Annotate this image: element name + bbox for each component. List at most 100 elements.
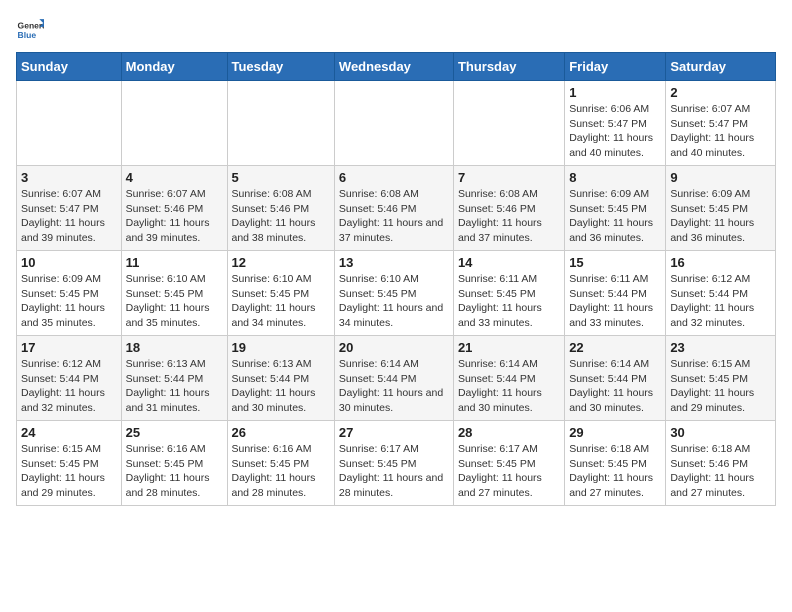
day-number: 24 (21, 425, 117, 440)
weekday-header-cell: Thursday (453, 53, 564, 81)
day-number: 26 (232, 425, 330, 440)
calendar-cell: 25 Sunrise: 6:16 AM Sunset: 5:45 PM Dayli… (121, 421, 227, 506)
day-info: Sunrise: 6:17 AM Sunset: 5:45 PM Dayligh… (339, 442, 449, 501)
weekday-header-cell: Monday (121, 53, 227, 81)
day-info: Sunrise: 6:14 AM Sunset: 5:44 PM Dayligh… (569, 357, 661, 416)
day-number: 6 (339, 170, 449, 185)
calendar-cell: 16Sunrise: 6:12 AM Sunset: 5:44 PM Dayli… (666, 251, 776, 336)
svg-text:General: General (18, 20, 44, 30)
calendar-cell: 17 Sunrise: 6:12 AM Sunset: 5:44 PM Dayli… (17, 336, 122, 421)
calendar-cell: 14Sunrise: 6:11 AM Sunset: 5:45 PM Dayli… (453, 251, 564, 336)
day-number: 18 (126, 340, 223, 355)
logo: General Blue (16, 16, 44, 44)
calendar-cell (227, 81, 334, 166)
day-info: Sunrise: 6:16 AM Sunset: 5:45 PM Dayligh… (232, 442, 330, 501)
day-number: 28 (458, 425, 560, 440)
calendar-cell: 9Sunrise: 6:09 AM Sunset: 5:45 PM Daylig… (666, 166, 776, 251)
calendar-cell: 26 Sunrise: 6:16 AM Sunset: 5:45 PM Dayli… (227, 421, 334, 506)
day-number: 14 (458, 255, 560, 270)
calendar-week-row: 10 Sunrise: 6:09 AM Sunset: 5:45 PM Dayli… (17, 251, 776, 336)
calendar-cell: 11 Sunrise: 6:10 AM Sunset: 5:45 PM Dayli… (121, 251, 227, 336)
calendar-body: 1 Sunrise: 6:06 AM Sunset: 5:47 PM Daylig… (17, 81, 776, 506)
day-info: Sunrise: 6:13 AM Sunset: 5:44 PM Dayligh… (232, 357, 330, 416)
calendar-cell: 22 Sunrise: 6:14 AM Sunset: 5:44 PM Dayli… (565, 336, 666, 421)
calendar-cell: 28 Sunrise: 6:17 AM Sunset: 5:45 PM Dayli… (453, 421, 564, 506)
day-info: Sunrise: 6:13 AM Sunset: 5:44 PM Dayligh… (126, 357, 223, 416)
day-info: Sunrise: 6:16 AM Sunset: 5:45 PM Dayligh… (126, 442, 223, 501)
weekday-header-cell: Wednesday (334, 53, 453, 81)
day-number: 2 (670, 85, 771, 100)
calendar-week-row: 1 Sunrise: 6:06 AM Sunset: 5:47 PM Daylig… (17, 81, 776, 166)
day-number: 8 (569, 170, 661, 185)
calendar-cell (17, 81, 122, 166)
day-number: 17 (21, 340, 117, 355)
day-info: Sunrise: 6:12 AM Sunset: 5:44 PM Dayligh… (21, 357, 117, 416)
calendar-cell (121, 81, 227, 166)
day-info: Sunrise: 6:10 AM Sunset: 5:45 PM Dayligh… (232, 272, 330, 331)
day-info: Sunrise: 6:10 AM Sunset: 5:45 PM Dayligh… (339, 272, 449, 331)
day-info: Sunrise: 6:17 AM Sunset: 5:45 PM Dayligh… (458, 442, 560, 501)
day-info: Sunrise: 6:09 AM Sunset: 5:45 PM Dayligh… (21, 272, 117, 331)
calendar-cell: 24 Sunrise: 6:15 AM Sunset: 5:45 PM Dayli… (17, 421, 122, 506)
day-number: 25 (126, 425, 223, 440)
day-info: Sunrise: 6:18 AM Sunset: 5:45 PM Dayligh… (569, 442, 661, 501)
day-info: Sunrise: 6:06 AM Sunset: 5:47 PM Dayligh… (569, 102, 661, 161)
calendar-cell: 13 Sunrise: 6:10 AM Sunset: 5:45 PM Dayli… (334, 251, 453, 336)
page-header: General Blue (16, 16, 776, 44)
calendar-cell: 7 Sunrise: 6:08 AM Sunset: 5:46 PM Daylig… (453, 166, 564, 251)
day-number: 10 (21, 255, 117, 270)
calendar-cell: 2 Sunrise: 6:07 AM Sunset: 5:47 PM Daylig… (666, 81, 776, 166)
day-number: 21 (458, 340, 560, 355)
day-number: 22 (569, 340, 661, 355)
day-number: 4 (126, 170, 223, 185)
calendar-cell: 29Sunrise: 6:18 AM Sunset: 5:45 PM Dayli… (565, 421, 666, 506)
weekday-header-cell: Sunday (17, 53, 122, 81)
day-info: Sunrise: 6:07 AM Sunset: 5:46 PM Dayligh… (126, 187, 223, 246)
day-info: Sunrise: 6:11 AM Sunset: 5:44 PM Dayligh… (569, 272, 661, 331)
logo-icon: General Blue (16, 16, 44, 44)
calendar-cell: 27 Sunrise: 6:17 AM Sunset: 5:45 PM Dayli… (334, 421, 453, 506)
day-number: 30 (670, 425, 771, 440)
day-info: Sunrise: 6:08 AM Sunset: 5:46 PM Dayligh… (458, 187, 560, 246)
day-number: 27 (339, 425, 449, 440)
day-info: Sunrise: 6:10 AM Sunset: 5:45 PM Dayligh… (126, 272, 223, 331)
weekday-header-cell: Tuesday (227, 53, 334, 81)
day-number: 20 (339, 340, 449, 355)
calendar-cell: 21 Sunrise: 6:14 AM Sunset: 5:44 PM Dayli… (453, 336, 564, 421)
day-info: Sunrise: 6:15 AM Sunset: 5:45 PM Dayligh… (21, 442, 117, 501)
calendar-cell: 20 Sunrise: 6:14 AM Sunset: 5:44 PM Dayli… (334, 336, 453, 421)
calendar-cell: 23 Sunrise: 6:15 AM Sunset: 5:45 PM Dayli… (666, 336, 776, 421)
day-info: Sunrise: 6:15 AM Sunset: 5:45 PM Dayligh… (670, 357, 771, 416)
weekday-header-cell: Friday (565, 53, 666, 81)
day-info: Sunrise: 6:14 AM Sunset: 5:44 PM Dayligh… (339, 357, 449, 416)
day-number: 13 (339, 255, 449, 270)
day-number: 19 (232, 340, 330, 355)
calendar-week-row: 3Sunrise: 6:07 AM Sunset: 5:47 PM Daylig… (17, 166, 776, 251)
day-info: Sunrise: 6:08 AM Sunset: 5:46 PM Dayligh… (232, 187, 330, 246)
day-info: Sunrise: 6:09 AM Sunset: 5:45 PM Dayligh… (569, 187, 661, 246)
day-info: Sunrise: 6:08 AM Sunset: 5:46 PM Dayligh… (339, 187, 449, 246)
day-number: 1 (569, 85, 661, 100)
day-info: Sunrise: 6:07 AM Sunset: 5:47 PM Dayligh… (21, 187, 117, 246)
calendar-cell: 8 Sunrise: 6:09 AM Sunset: 5:45 PM Daylig… (565, 166, 666, 251)
calendar-cell: 5Sunrise: 6:08 AM Sunset: 5:46 PM Daylig… (227, 166, 334, 251)
calendar-cell: 12Sunrise: 6:10 AM Sunset: 5:45 PM Dayli… (227, 251, 334, 336)
calendar-cell: 18 Sunrise: 6:13 AM Sunset: 5:44 PM Dayli… (121, 336, 227, 421)
calendar-table: SundayMondayTuesdayWednesdayThursdayFrid… (16, 52, 776, 506)
day-number: 11 (126, 255, 223, 270)
day-number: 23 (670, 340, 771, 355)
day-number: 15 (569, 255, 661, 270)
weekday-header-row: SundayMondayTuesdayWednesdayThursdayFrid… (17, 53, 776, 81)
calendar-week-row: 17 Sunrise: 6:12 AM Sunset: 5:44 PM Dayli… (17, 336, 776, 421)
calendar-cell: 3Sunrise: 6:07 AM Sunset: 5:47 PM Daylig… (17, 166, 122, 251)
day-info: Sunrise: 6:14 AM Sunset: 5:44 PM Dayligh… (458, 357, 560, 416)
calendar-cell: 30Sunrise: 6:18 AM Sunset: 5:46 PM Dayli… (666, 421, 776, 506)
calendar-cell (453, 81, 564, 166)
day-info: Sunrise: 6:07 AM Sunset: 5:47 PM Dayligh… (670, 102, 771, 161)
calendar-cell: 4 Sunrise: 6:07 AM Sunset: 5:46 PM Daylig… (121, 166, 227, 251)
calendar-cell: 19 Sunrise: 6:13 AM Sunset: 5:44 PM Dayli… (227, 336, 334, 421)
weekday-header-cell: Saturday (666, 53, 776, 81)
day-number: 16 (670, 255, 771, 270)
day-number: 7 (458, 170, 560, 185)
calendar-cell: 1 Sunrise: 6:06 AM Sunset: 5:47 PM Daylig… (565, 81, 666, 166)
